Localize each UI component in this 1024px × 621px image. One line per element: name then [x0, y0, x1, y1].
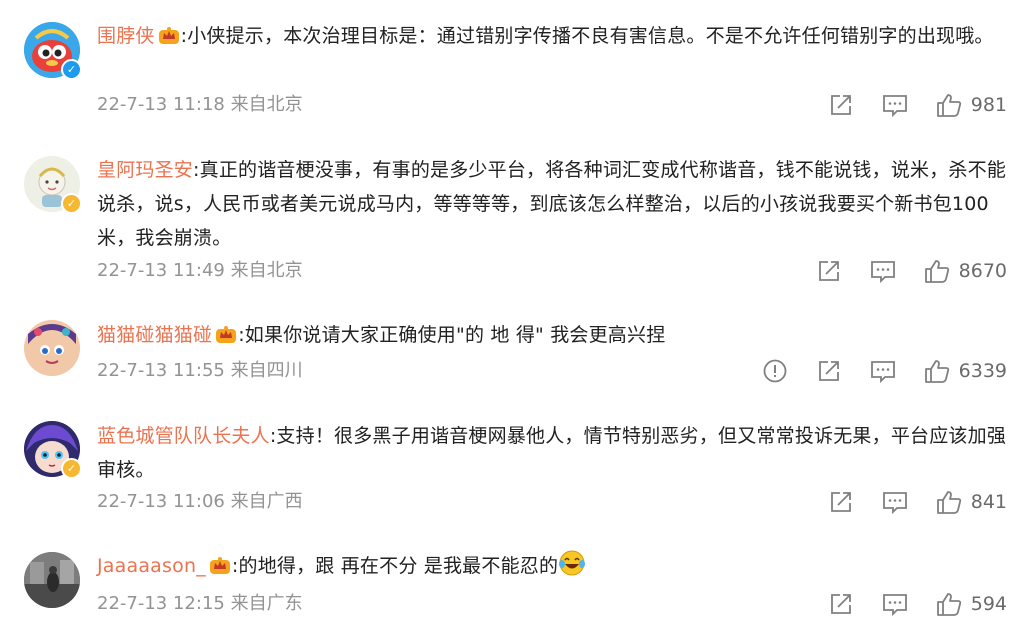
- comment-icon[interactable]: [870, 358, 896, 384]
- comment-actions: 594: [800, 591, 1007, 617]
- avatar[interactable]: [24, 320, 80, 376]
- like-count: 6339: [958, 360, 1007, 382]
- thumbs-up-icon[interactable]: [924, 258, 950, 284]
- comment-body: Jaaaaason_ :的地得，跟 再在不分 是我最不能忍的: [97, 549, 1007, 588]
- thumbs-up-icon[interactable]: [936, 92, 962, 118]
- verified-badge-icon: ✓: [61, 193, 82, 214]
- like-count: 841: [970, 491, 1007, 513]
- comment-meta: 22-7-13 12:15 来自广东: [97, 593, 303, 614]
- comment-icon[interactable]: [882, 92, 908, 118]
- username-link[interactable]: 蓝色城管队队长夫人: [97, 425, 270, 447]
- thumbs-up-icon[interactable]: [936, 591, 962, 617]
- comment-meta: 22-7-13 11:06 来自广西: [97, 491, 303, 512]
- comment-icon[interactable]: [882, 489, 908, 515]
- like-count: 981: [970, 94, 1007, 116]
- comment-item: 猫猫碰猫猫碰 :如果你说请大家正确使用"的 地 得" 我会更高兴捏 22-7-13…: [0, 300, 1024, 400]
- comment-body: 皇阿玛圣安:真正的谐音梗没事，有事的是多少平台，将各种词汇变成代称谐音，钱不能说…: [97, 153, 1007, 255]
- comment-item: Jaaaaason_ :的地得，跟 再在不分 是我最不能忍的 22-7-13 12…: [0, 535, 1024, 621]
- verified-badge-icon: ✓: [61, 59, 82, 80]
- avatar[interactable]: ✓: [24, 22, 82, 80]
- avatar[interactable]: [24, 552, 80, 608]
- username-link[interactable]: 皇阿玛圣安: [97, 159, 193, 181]
- vip-crown-icon: [158, 22, 180, 56]
- like-count: 8670: [958, 260, 1007, 282]
- avatar[interactable]: ✓: [24, 421, 82, 479]
- comment-text: :如果你说请大家正确使用"的 地 得" 我会更高兴捏: [238, 324, 666, 346]
- share-icon[interactable]: [816, 258, 842, 284]
- comment-body: 围脖侠 :小侠提示，本次治理目标是：通过错别字传播不良有害信息。不是不允许任何错别…: [97, 19, 1007, 56]
- share-icon[interactable]: [816, 358, 842, 384]
- thumbs-up-icon[interactable]: [924, 358, 950, 384]
- comment-actions: 6339: [734, 358, 1007, 384]
- username-link[interactable]: 围脖侠: [97, 25, 155, 47]
- share-icon[interactable]: [828, 489, 854, 515]
- share-icon[interactable]: [828, 591, 854, 617]
- comment-meta: 22-7-13 11:49 来自北京: [97, 260, 303, 281]
- vip-crown-icon: [209, 552, 231, 586]
- comment-actions: 841: [800, 489, 1007, 515]
- share-icon[interactable]: [828, 92, 854, 118]
- comment-item: ✓ 蓝色城管队队长夫人:支持！很多黑子用谐音梗网暴他人，情节特别恶劣，但又常常投…: [0, 400, 1024, 535]
- verified-badge-icon: ✓: [61, 458, 82, 479]
- comment-body: 蓝色城管队队长夫人:支持！很多黑子用谐音梗网暴他人，情节特别恶劣，但又常常投诉无…: [97, 419, 1007, 487]
- comment-meta: 22-7-13 11:55 来自四川: [97, 360, 303, 381]
- vip-crown-icon: [215, 321, 237, 355]
- comment-item: ✓ 皇阿玛圣安:真正的谐音梗没事，有事的是多少平台，将各种词汇变成代称谐音，钱不…: [0, 140, 1024, 300]
- comment-icon[interactable]: [882, 591, 908, 617]
- comment-text: :小侠提示，本次治理目标是：通过错别字传播不良有害信息。不是不允许任何错别字的出…: [180, 25, 994, 47]
- thumbs-up-icon[interactable]: [936, 489, 962, 515]
- username-link[interactable]: 猫猫碰猫猫碰: [97, 324, 212, 346]
- comment-actions: 981: [800, 92, 1007, 118]
- laugh-cry-emoji: [558, 549, 586, 588]
- avatar[interactable]: ✓: [24, 156, 82, 214]
- like-count: 594: [970, 593, 1007, 615]
- username-link[interactable]: Jaaaaason_: [97, 555, 206, 577]
- comment-text: :真正的谐音梗没事，有事的是多少平台，将各种词汇变成代称谐音，钱不能说钱，说米，…: [97, 159, 1007, 249]
- comment-actions: 8670: [788, 258, 1007, 284]
- comment-body: 猫猫碰猫猫碰 :如果你说请大家正确使用"的 地 得" 我会更高兴捏: [97, 318, 1007, 355]
- comment-item: ✓ 围脖侠 :小侠提示，本次治理目标是：通过错别字传播不良有害信息。不是不允许任何…: [0, 0, 1024, 140]
- comment-meta: 22-7-13 11:18 来自北京: [97, 94, 303, 115]
- report-icon[interactable]: [762, 358, 788, 384]
- comment-text: :的地得，跟 再在不分 是我最不能忍的: [231, 555, 559, 577]
- comment-icon[interactable]: [870, 258, 896, 284]
